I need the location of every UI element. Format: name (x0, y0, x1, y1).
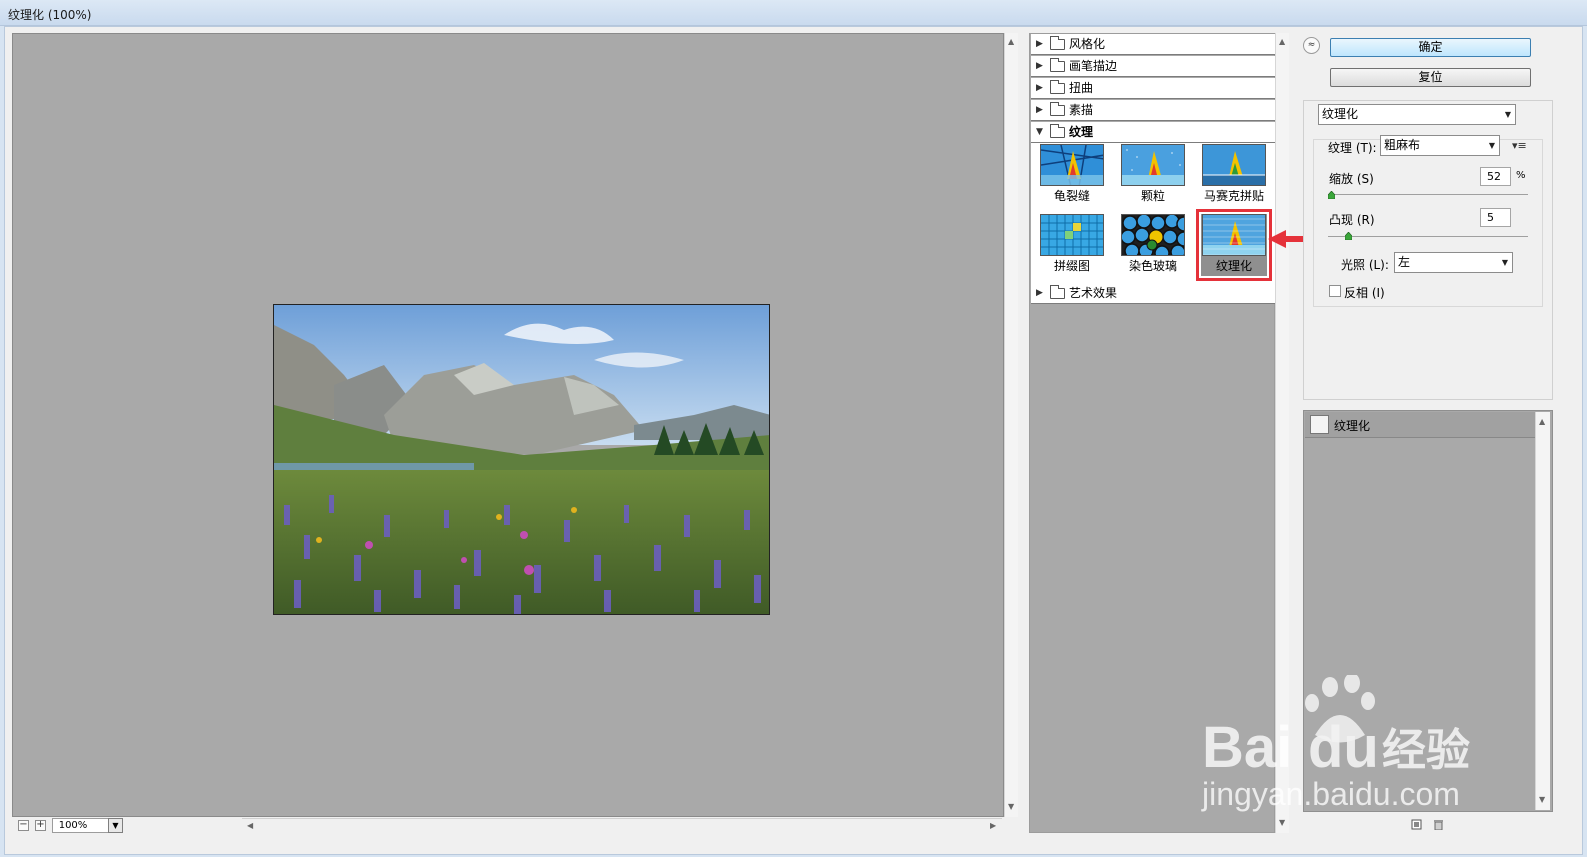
scaling-slider[interactable] (1328, 194, 1528, 195)
collapse-triangle-icon[interactable]: ▼ (1036, 122, 1043, 142)
category-label: 纹理 (1069, 125, 1094, 139)
new-effect-layer-icon[interactable] (1411, 819, 1422, 830)
effect-layer-row[interactable]: 纹理化 (1305, 412, 1535, 438)
texture-select-value: 粗麻布 (1384, 138, 1421, 152)
relief-input[interactable]: 5 (1480, 208, 1511, 227)
filter-thumb-patchwork[interactable]: 拼缀图 (1039, 214, 1105, 276)
filter-thumb-label: 纹理化 (1215, 259, 1252, 273)
scaling-input[interactable]: 52 (1480, 167, 1511, 186)
filter-thumb-label: 龟裂缝 (1053, 189, 1090, 203)
filter-select-value: 纹理化 (1322, 107, 1359, 121)
ok-button[interactable]: 确定 (1330, 38, 1531, 57)
scroll-down-icon[interactable]: ▼ (1008, 803, 1014, 811)
scaling-label: 缩放 (S) (1329, 172, 1374, 186)
layer-visibility-toggle[interactable] (1310, 415, 1329, 434)
category-artistic[interactable]: ▶ 艺术效果 (1031, 283, 1275, 304)
light-direction-select[interactable]: 左 ▼ (1394, 252, 1513, 273)
expand-triangle-icon[interactable]: ▶ (1036, 34, 1043, 54)
filter-thumb-label: 拼缀图 (1053, 259, 1090, 273)
window-title: 纹理化 (100%) (8, 8, 92, 22)
category-label: 艺术效果 (1069, 286, 1118, 300)
filter-select[interactable]: 纹理化 ▼ (1318, 104, 1516, 125)
chevron-down-icon: ▼ (1504, 110, 1511, 119)
preview-zoom-bar: − + 100% ▼ ◀ ▶ (12, 817, 1018, 833)
folder-icon (1050, 102, 1065, 116)
filter-thumb-stained-glass[interactable]: 染色玻璃 (1120, 214, 1186, 276)
scaling-slider-thumb[interactable] (1328, 191, 1335, 199)
folder-icon (1050, 58, 1065, 72)
preview-image (273, 304, 770, 615)
category-texture[interactable]: ▼ 纹理 (1031, 122, 1275, 143)
filter-thumb-label: 颗粒 (1140, 189, 1165, 203)
category-brush-strokes[interactable]: ▶ 画笔描边 (1031, 56, 1275, 77)
texture-label: 纹理 (T): (1328, 141, 1377, 155)
scroll-up-icon[interactable]: ▲ (1008, 38, 1014, 46)
folder-icon (1050, 285, 1065, 299)
zoom-in-button[interactable]: + (35, 820, 46, 831)
filter-thumb-label: 马赛克拼贴 (1203, 189, 1264, 203)
zoom-dropdown-button[interactable]: ▼ (108, 818, 123, 833)
light-label: 光照 (L): (1341, 258, 1389, 272)
folder-icon (1050, 36, 1065, 50)
category-distort[interactable]: ▶ 扭曲 (1031, 78, 1275, 99)
baidu-watermark-logo: Bai du 经验 jingyan.baidu.com (1201, 675, 1470, 812)
invert-label: 反相 (I) (1344, 286, 1385, 300)
filter-thumb-mosaic-tiles[interactable]: 马赛克拼贴 (1201, 144, 1267, 206)
filter-thumb-craquelure[interactable]: 龟裂缝 (1039, 144, 1105, 206)
chevron-down-icon: ▼ (1488, 141, 1495, 150)
filter-thumbnail-image (1202, 144, 1266, 186)
scroll-up-icon[interactable]: ▲ (1539, 418, 1545, 426)
zoom-level-value: 100% (58, 820, 88, 831)
svg-text:经验: 经验 (1382, 725, 1470, 776)
expand-triangle-icon[interactable]: ▶ (1036, 283, 1043, 303)
effect-layer-label: 纹理化 (1334, 419, 1371, 433)
effect-layers-scrollbar[interactable]: ▲ ▼ (1535, 412, 1550, 810)
expand-triangle-icon[interactable]: ▶ (1036, 56, 1043, 76)
category-sketch[interactable]: ▶ 素描 (1031, 100, 1275, 121)
filter-thumb-grain[interactable]: 颗粒 (1120, 144, 1186, 206)
zoom-out-button[interactable]: − (18, 820, 29, 831)
invert-checkbox[interactable] (1329, 285, 1341, 297)
scroll-left-icon[interactable]: ◀ (247, 822, 253, 830)
folder-icon (1050, 80, 1065, 94)
category-label: 扭曲 (1069, 81, 1094, 95)
expand-triangle-icon[interactable]: ▶ (1036, 78, 1043, 98)
svg-text:Bai: Bai (1202, 715, 1292, 780)
texture-menu-icon[interactable]: ▾≡ (1512, 139, 1527, 152)
filter-thumbnail-image (1040, 214, 1104, 256)
texture-select[interactable]: 粗麻布 ▼ (1380, 135, 1500, 156)
delete-effect-layer-icon[interactable] (1433, 819, 1444, 830)
svg-text:du: du (1308, 715, 1379, 780)
reset-button[interactable]: 复位 (1330, 68, 1531, 87)
filter-thumbnail-image (1040, 144, 1104, 186)
folder-open-icon (1050, 124, 1065, 138)
scroll-down-icon[interactable]: ▼ (1539, 796, 1545, 804)
relief-slider[interactable] (1328, 236, 1528, 237)
filter-thumbnail-image (1202, 214, 1266, 256)
chevron-down-icon: ▼ (1501, 258, 1508, 267)
relief-slider-thumb[interactable] (1345, 232, 1352, 240)
scroll-right-icon[interactable]: ▶ (990, 822, 996, 830)
preview-vertical-scrollbar[interactable]: ▲ ▼ (1004, 33, 1018, 817)
scaling-unit: % (1516, 170, 1526, 181)
category-label: 画笔描边 (1069, 59, 1118, 73)
category-label: 素描 (1069, 103, 1094, 117)
collapse-panel-button[interactable]: ≈ (1303, 37, 1320, 54)
texture-thumbnails: 龟裂缝 颗粒 马赛克拼贴 拼缀图 染色玻璃 纹理化 (1031, 143, 1275, 283)
filter-thumbnail-image (1121, 214, 1185, 256)
category-label: 风格化 (1069, 37, 1106, 51)
category-stylize[interactable]: ▶ 风格化 (1031, 34, 1275, 55)
scroll-down-icon[interactable]: ▼ (1279, 819, 1285, 827)
preview-horizontal-scrollbar[interactable]: ◀ ▶ (242, 818, 1002, 833)
scroll-up-icon[interactable]: ▲ (1279, 38, 1285, 46)
title-bar: 纹理化 (100%) (0, 0, 1587, 26)
expand-triangle-icon[interactable]: ▶ (1036, 100, 1043, 120)
light-direction-value: 左 (1398, 255, 1411, 269)
filter-thumb-label: 染色玻璃 (1128, 259, 1177, 273)
relief-label: 凸现 (R) (1329, 213, 1375, 227)
svg-text:jingyan.baidu.com: jingyan.baidu.com (1201, 776, 1460, 812)
filter-thumb-texturizer[interactable]: 纹理化 (1196, 209, 1272, 281)
preview-canvas[interactable] (12, 33, 1004, 817)
filter-thumbnail-image (1121, 144, 1185, 186)
